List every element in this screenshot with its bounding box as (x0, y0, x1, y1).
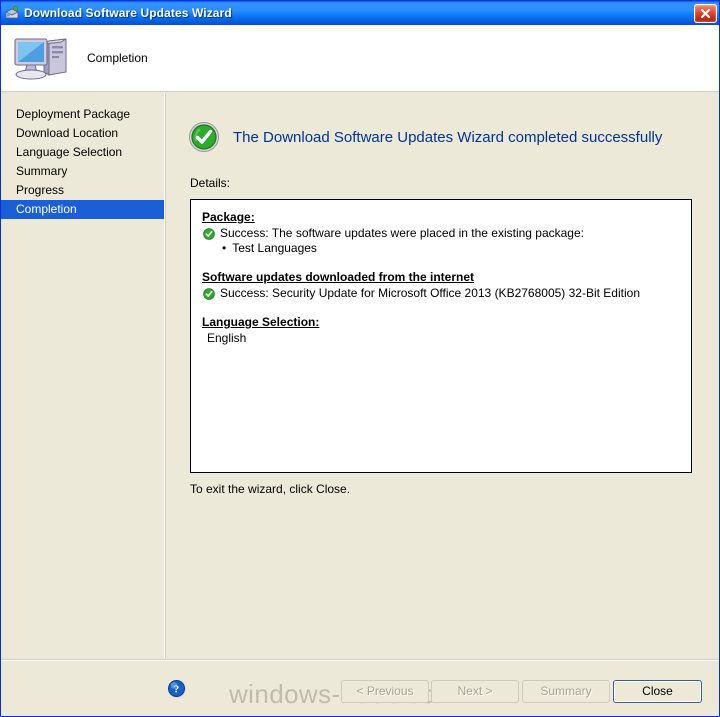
title-bar: Download Software Updates Wizard (1, 1, 719, 25)
package-heading: Package: (202, 210, 255, 224)
main-pane: The Download Software Updates Wizard com… (166, 93, 719, 658)
wizard-package-icon (4, 5, 20, 21)
header-separator (1, 90, 719, 92)
package-item: Test Languages (222, 241, 681, 255)
close-icon[interactable] (694, 3, 717, 23)
close-button[interactable]: Close (613, 680, 702, 703)
sidebar-item-summary[interactable]: Summary (1, 162, 164, 181)
sidebar-item-language-selection[interactable]: Language Selection (1, 143, 164, 162)
green-check-icon (203, 288, 215, 300)
green-check-icon (203, 228, 215, 240)
summary-button[interactable]: Summary (522, 680, 610, 703)
details-panel: Package: Success: The software updates w… (190, 199, 692, 473)
help-question-icon[interactable]: ? (167, 679, 187, 699)
success-message: The Download Software Updates Wizard com… (233, 128, 663, 146)
green-check-circle-icon (188, 121, 220, 153)
downloads-status-text: Success: Security Update for Microsoft O… (220, 286, 640, 300)
success-banner: The Download Software Updates Wizard com… (188, 121, 719, 153)
sidebar-item-completion[interactable]: Completion (1, 200, 164, 219)
package-status-row: Success: The software updates were place… (202, 226, 681, 240)
language-value: English (207, 331, 247, 345)
downloads-heading: Software updates downloaded from the int… (202, 270, 475, 284)
downloads-status-row: Success: Security Update for Microsoft O… (202, 286, 681, 300)
wizard-body: Deployment Package Download Location Lan… (1, 93, 719, 658)
sidebar-item-progress[interactable]: Progress (1, 181, 164, 200)
details-label: Details: (190, 176, 231, 190)
wizard-steps-sidebar: Deployment Package Download Location Lan… (1, 93, 165, 658)
header-title: Completion (87, 50, 148, 65)
wizard-window: Download Software Updates Wizard Complet… (0, 0, 720, 717)
package-status-text: Success: The software updates were place… (220, 226, 584, 240)
previous-button[interactable]: < Previous (341, 680, 429, 703)
svg-text:?: ? (174, 684, 180, 696)
exit-note: To exit the wizard, click Close. (190, 482, 351, 496)
language-heading: Language Selection: (202, 315, 320, 329)
computer-icon (11, 31, 73, 85)
sidebar-item-download-location[interactable]: Download Location (1, 124, 164, 143)
header-banner: Completion (1, 25, 719, 90)
window-title: Download Software Updates Wizard (24, 6, 232, 20)
sidebar-item-deployment-package[interactable]: Deployment Package (1, 105, 164, 124)
next-button[interactable]: Next > (431, 680, 519, 703)
